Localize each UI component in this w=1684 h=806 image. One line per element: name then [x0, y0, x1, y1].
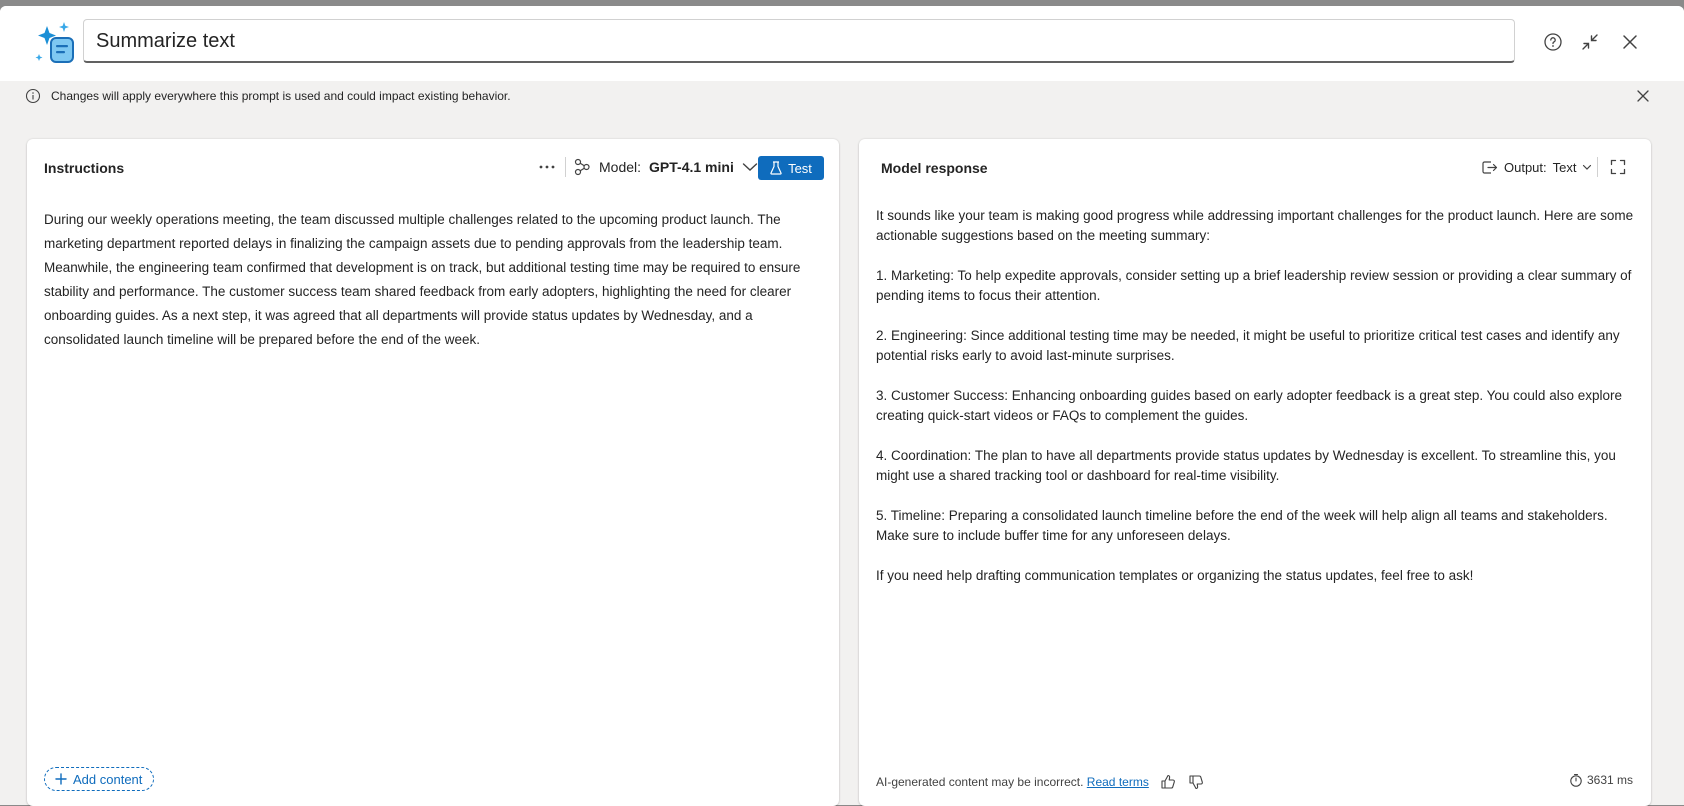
prompt-sparkle-icon	[35, 22, 74, 63]
beaker-icon	[770, 161, 782, 175]
thumbs-down-icon[interactable]	[1187, 773, 1205, 791]
toolbar-divider	[565, 157, 566, 177]
model-name: GPT-4.1 mini	[649, 159, 734, 175]
instructions-panel: Instructions Model: GPT-4.1 mini Test Du…	[27, 139, 839, 806]
output-icon	[1482, 160, 1498, 174]
add-content-button[interactable]: Add content	[44, 767, 155, 791]
chevron-down-icon	[1583, 164, 1592, 170]
response-title: Model response	[881, 160, 988, 176]
ai-disclaimer: AI-generated content may be incorrect. R…	[876, 775, 1149, 789]
instructions-title: Instructions	[44, 160, 125, 176]
info-icon	[25, 88, 41, 104]
instructions-editor[interactable]: During our weekly operations meeting, th…	[44, 208, 826, 352]
thumbs-up-icon[interactable]	[1159, 773, 1177, 791]
test-button-label: Test	[788, 160, 812, 176]
response-footer: AI-generated content may be incorrect. R…	[876, 773, 1205, 791]
disclaimer-text: AI-generated content may be incorrect.	[876, 775, 1084, 789]
model-label: Model:	[599, 159, 642, 175]
read-terms-link[interactable]: Read terms	[1087, 775, 1149, 789]
more-options-button[interactable]	[531, 153, 563, 181]
header-bar	[0, 6, 1684, 81]
response-paragraph: If you need help drafting communication …	[876, 568, 1474, 583]
latency-indicator: 3631 ms	[1569, 773, 1633, 787]
help-icon[interactable]	[1541, 30, 1565, 54]
timer-icon	[1570, 773, 1582, 787]
chevron-down-icon	[742, 163, 758, 171]
model-response-panel: Model response Output: Text It sounds li…	[859, 139, 1651, 806]
response-paragraph: It sounds like your team is making good …	[876, 208, 1634, 243]
expand-icon	[1610, 159, 1626, 175]
model-icon	[574, 158, 590, 176]
latency-value: 3631 ms	[1586, 773, 1633, 787]
warning-banner: Changes will apply everywhere this promp…	[0, 81, 1684, 111]
response-paragraph: 4. Coordination: The plan to have all de…	[876, 448, 1616, 483]
close-icon[interactable]	[1618, 30, 1642, 54]
toolbar-divider	[1597, 157, 1598, 177]
model-picker[interactable]: Model: GPT-4.1 mini	[573, 153, 758, 181]
output-value: Text	[1552, 159, 1577, 175]
model-response-text: It sounds like your team is making good …	[876, 206, 1638, 606]
test-button[interactable]: Test	[758, 156, 824, 180]
response-paragraph: 1. Marketing: To help expedite approvals…	[876, 268, 1632, 303]
response-paragraph: 5. Timeline: Preparing a consolidated la…	[876, 508, 1608, 543]
add-content-label: Add content	[73, 771, 143, 787]
dismiss-banner-icon[interactable]	[1636, 89, 1650, 103]
response-paragraph: 3. Customer Success: Enhancing onboardin…	[876, 388, 1622, 423]
output-type-picker[interactable]: Output: Text	[1481, 153, 1592, 181]
plus-icon	[55, 773, 67, 785]
output-label: Output:	[1504, 159, 1547, 175]
banner-message: Changes will apply everywhere this promp…	[51, 89, 511, 103]
expand-button[interactable]	[1608, 157, 1628, 177]
collapse-icon[interactable]	[1578, 30, 1602, 54]
more-icon	[539, 165, 555, 169]
response-paragraph: 2. Engineering: Since additional testing…	[876, 328, 1620, 363]
prompt-title-input[interactable]	[83, 19, 1515, 63]
prompt-editor-window: Changes will apply everywhere this promp…	[0, 6, 1684, 806]
